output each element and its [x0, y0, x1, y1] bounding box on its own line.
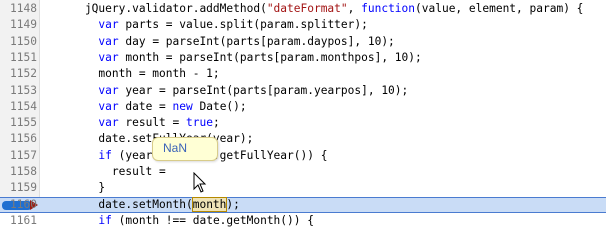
code-token: (year !== date.getFullYear()) {: [111, 149, 328, 162]
code-token: Date();: [192, 100, 247, 113]
code-text[interactable]: jQuery.validator.addMethod("dateFormat",…: [58, 1, 583, 17]
code-token: result =: [118, 116, 186, 129]
code-line[interactable]: 1161 if (month !== date.getMonth()) {: [0, 213, 606, 229]
code-text[interactable]: date.setMonth(month);: [58, 197, 240, 212]
line-number: 1149: [10, 18, 37, 31]
code-token: day = parseInt(parts[param.daypos], 10);: [118, 35, 395, 48]
datatip-value: NaN: [163, 141, 188, 155]
code-token: (month !== date.getMonth()) {: [111, 214, 314, 227]
hovered-token[interactable]: month: [191, 197, 228, 212]
code-token: (value, element, param) {: [415, 2, 584, 15]
code-text[interactable]: var parts = value.split(param.splitter);: [58, 17, 368, 33]
code-line[interactable]: 1153 var year = parseInt(parts[param.yea…: [0, 83, 606, 99]
code-line[interactable]: 1159 }: [0, 180, 606, 196]
code-text[interactable]: month = month - 1;: [58, 66, 220, 82]
line-number: 1157: [10, 149, 37, 162]
code-line-current[interactable]: 1160 date.setMonth(month);: [0, 197, 606, 213]
keyword-token: if: [98, 149, 112, 162]
keyword-token: var: [98, 18, 119, 31]
keyword-token: var: [98, 100, 119, 113]
keyword-token: true: [186, 116, 213, 129]
line-number: 1153: [10, 84, 37, 97]
line-number: 1148: [10, 2, 37, 15]
line-number: 1161: [10, 214, 37, 227]
code-line[interactable]: 1158 result =: [0, 164, 606, 180]
code-line[interactable]: 1152 month = month - 1;: [0, 66, 606, 82]
code-token: month = month - 1;: [58, 67, 220, 80]
code-token: month = parseInt(parts[param.monthpos], …: [118, 51, 422, 64]
code-token: parts = value.split(param.splitter);: [118, 18, 368, 31]
code-line[interactable]: 1151 var month = parseInt(parts[param.mo…: [0, 50, 606, 66]
code-token: result =: [58, 165, 173, 178]
line-number: 1152: [10, 67, 37, 80]
code-line[interactable]: 1150 var day = parseInt(parts[param.dayp…: [0, 34, 606, 50]
code-text[interactable]: }: [58, 180, 105, 196]
code-text[interactable]: var date = new Date();: [58, 99, 247, 115]
code-line[interactable]: 1155 var result = true;: [0, 115, 606, 131]
code-text[interactable]: var year = parseInt(parts[param.yearpos]…: [58, 83, 408, 99]
string-token: "dateFormat": [266, 2, 348, 15]
line-number: 1150: [10, 35, 37, 48]
line-number: 1151: [10, 51, 37, 64]
line-number: 1154: [10, 100, 37, 113]
keyword-token: if: [98, 214, 112, 227]
code-token: jQuery.validator.addMethod(: [58, 2, 267, 15]
code-line[interactable]: 1156 date.setFullYear(year);: [0, 131, 606, 147]
keyword-token: var: [98, 51, 119, 64]
keyword-token: function: [361, 2, 416, 15]
code-editor[interactable]: 1148 jQuery.validator.addMethod("dateFor…: [0, 0, 606, 227]
mouse-cursor-icon: [193, 172, 207, 193]
line-number: 1160: [10, 198, 37, 211]
code-token: date.setMonth(: [58, 198, 193, 211]
code-text[interactable]: var day = parseInt(parts[param.daypos], …: [58, 34, 395, 50]
keyword-token: var: [98, 35, 119, 48]
line-number: 1159: [10, 181, 37, 194]
keyword-token: var: [98, 84, 119, 97]
code-line[interactable]: 1149 var parts = value.split(param.split…: [0, 17, 606, 33]
code-token: ;: [212, 116, 220, 129]
code-token: year = parseInt(parts[param.yearpos], 10…: [118, 84, 409, 97]
code-text[interactable]: var result = true;: [58, 115, 220, 131]
keyword-token: var: [98, 116, 119, 129]
code-token: );: [226, 198, 240, 211]
code-token: }: [58, 181, 106, 194]
code-token: ,: [347, 2, 362, 15]
line-number: 1156: [10, 132, 37, 145]
line-number: 1155: [10, 116, 37, 129]
code-text[interactable]: if (month !== date.getMonth()) {: [58, 213, 314, 229]
line-number: 1158: [10, 165, 37, 178]
keyword-token: new: [172, 100, 193, 113]
code-text[interactable]: result =: [58, 164, 173, 180]
code-text[interactable]: var month = parseInt(parts[param.monthpo…: [58, 50, 422, 66]
datatip-tooltip: NaN: [152, 137, 218, 161]
code-line[interactable]: 1148 jQuery.validator.addMethod("dateFor…: [0, 1, 606, 17]
code-token: date =: [118, 100, 173, 113]
code-line[interactable]: 1157 if (year !== date.getFullYear()) {: [0, 148, 606, 164]
code-line[interactable]: 1154 var date = new Date();: [0, 99, 606, 115]
